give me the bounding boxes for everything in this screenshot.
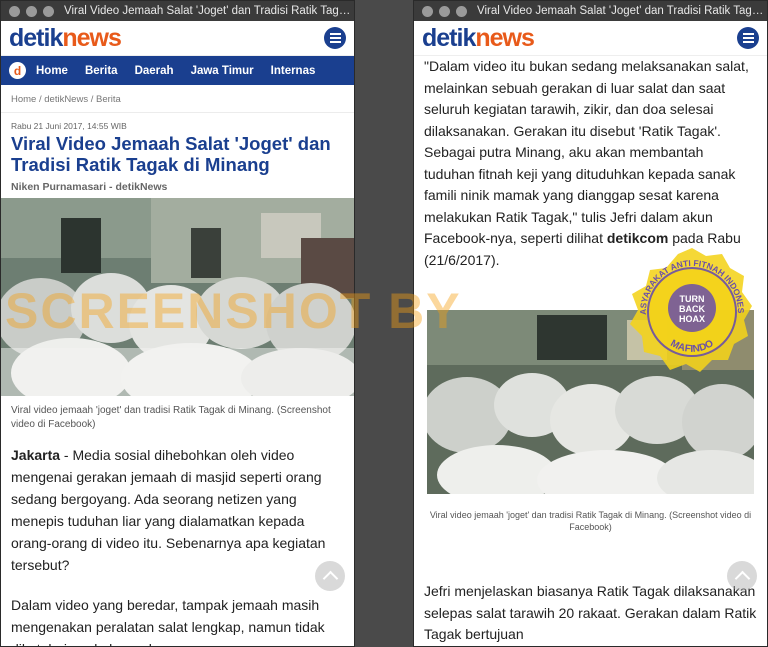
nav-item-internasional[interactable]: Internas: [271, 65, 316, 77]
photo-caption-right: Viral video jemaah 'joget' dan tradisi R…: [429, 510, 752, 532]
title-bar-right: Viral Video Jemaah Salat 'Joget' dan Tra…: [414, 1, 767, 21]
svg-text:BACK: BACK: [679, 304, 705, 314]
article-lead-paragraph: Jakarta - Media sosial dihebohkan oleh v…: [1, 432, 354, 576]
mafindo-seal-logo: MASYARAKAT ANTI FITNAH INDONESIA TURN BA…: [622, 238, 758, 378]
lead-text: - Media sosial dihebohkan oleh video men…: [11, 447, 326, 573]
nav-item-jawa-timur[interactable]: Jawa Timur: [191, 65, 254, 77]
article-paragraph-2: Dalam video yang beredar, tampak jemaah …: [11, 597, 325, 646]
nav-item-berita[interactable]: Berita: [85, 65, 118, 77]
quote-paragraph: "Dalam video itu bukan sedang melaksanak…: [414, 56, 767, 271]
article-paragraph-right: Jefri menjelaskan biasanya Ratik Tagak d…: [424, 583, 757, 642]
site-header: detiknews: [1, 21, 354, 56]
quote-text: "Dalam video itu bukan sedang melaksanak…: [424, 58, 749, 246]
article-author: Niken Purnamasari - detikNews: [11, 181, 168, 193]
zoom-window-button-right[interactable]: [456, 5, 467, 17]
main-navigation: d Home Berita Daerah Jawa Timur Internas: [1, 56, 354, 85]
title-bar: Viral Video Jemaah Salat 'Joget' dan Tra…: [1, 1, 354, 21]
lead-city: Jakarta: [11, 447, 61, 463]
chevron-up-icon[interactable]: [315, 561, 345, 591]
svg-text:HOAX: HOAX: [679, 314, 705, 324]
svg-text:TURN: TURN: [680, 294, 705, 304]
article-title: Viral Video Jemaah Salat 'Joget' dan Tra…: [11, 133, 331, 175]
site-header-right: detiknews: [414, 21, 767, 56]
detiknews-logo-right[interactable]: detiknews: [422, 23, 535, 52]
detik-d-icon[interactable]: d: [9, 62, 26, 79]
photo-caption: Viral video jemaah 'joget' dan tradisi R…: [11, 405, 331, 430]
quote-source: detikcom: [606, 230, 669, 246]
left-browser-window: Viral Video Jemaah Salat 'Joget' dan Tra…: [0, 0, 355, 647]
detiknews-logo[interactable]: detiknews: [9, 23, 122, 52]
breadcrumb[interactable]: Home / detikNews / Berita: [1, 85, 354, 113]
nav-item-daerah[interactable]: Daerah: [135, 65, 174, 77]
video-still-image: [1, 198, 354, 396]
chevron-up-icon-right[interactable]: [727, 561, 757, 591]
minimize-window-button[interactable]: [26, 5, 37, 17]
close-window-button-right[interactable]: [422, 5, 433, 17]
zoom-window-button[interactable]: [43, 5, 54, 17]
nav-item-home[interactable]: Home: [36, 65, 68, 77]
hamburger-menu-icon[interactable]: [324, 27, 346, 49]
logo-text-news: news: [62, 23, 122, 52]
logo-text-news-right: news: [475, 23, 535, 52]
window-title: Viral Video Jemaah Salat 'Joget' dan Tra…: [64, 5, 354, 17]
window-title-right: Viral Video Jemaah Salat 'Joget' dan Tra…: [477, 5, 767, 17]
article-date: Rabu 21 Juni 2017, 14:55 WIB: [11, 121, 127, 131]
close-window-button[interactable]: [9, 5, 20, 17]
logo-text-detik-right: detik: [422, 23, 476, 52]
minimize-window-button-right[interactable]: [439, 5, 450, 17]
logo-text-detik: detik: [9, 23, 63, 52]
hamburger-menu-icon-right[interactable]: [737, 27, 759, 49]
article-photo[interactable]: [1, 198, 354, 396]
